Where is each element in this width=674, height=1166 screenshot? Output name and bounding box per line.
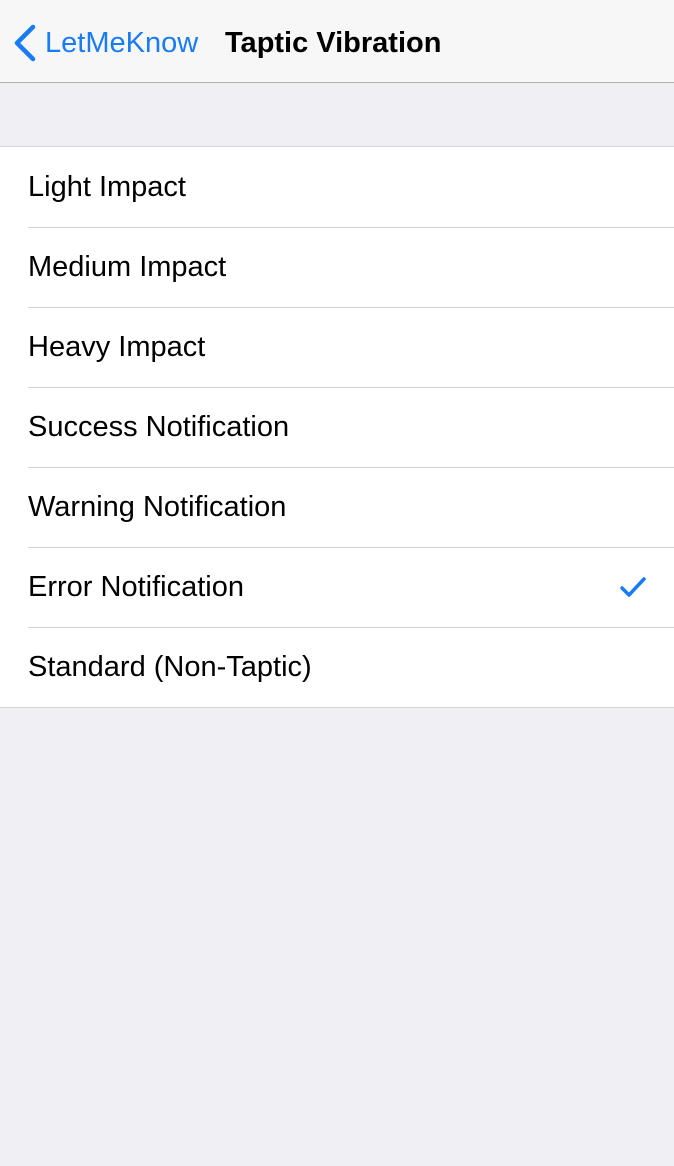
list-item[interactable]: Medium Impact: [0, 227, 674, 307]
checkmark-icon: [620, 575, 646, 599]
list-item[interactable]: Warning Notification: [0, 467, 674, 547]
option-label: Success Notification: [28, 411, 290, 443]
list-item[interactable]: Light Impact: [0, 147, 674, 227]
option-label: Light Impact: [28, 171, 186, 203]
back-button[interactable]: LetMeKnow: [12, 20, 198, 66]
option-label: Standard (Non-Taptic): [28, 651, 312, 683]
list-item[interactable]: Heavy Impact: [0, 307, 674, 387]
option-label: Medium Impact: [28, 251, 227, 283]
page-title: Taptic Vibration: [225, 27, 442, 59]
back-button-label: LetMeKnow: [45, 27, 199, 59]
navigation-bar: LetMeKnow Taptic Vibration: [0, 0, 674, 83]
option-label: Heavy Impact: [28, 331, 206, 363]
option-label: Warning Notification: [28, 491, 287, 523]
vibration-options-list: Light Impact Medium Impact Heavy Impact Suc…: [0, 146, 674, 708]
list-item[interactable]: Success Notification: [0, 387, 674, 467]
option-label: Error Notification: [28, 571, 244, 603]
list-item[interactable]: Standard (Non-Taptic): [0, 627, 674, 707]
list-item[interactable]: Error Notification: [0, 547, 674, 627]
chevron-left-icon: [12, 23, 38, 63]
